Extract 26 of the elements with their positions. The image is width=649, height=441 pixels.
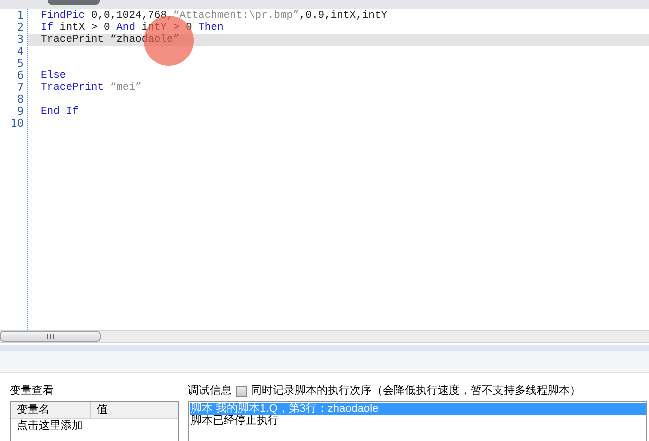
checkbox[interactable] (236, 386, 247, 396)
line-number: 2 (16, 22, 25, 34)
code-line: FindPic 0,0,1024,768,“Attachment:\pr.bmp”,0.9,intX,intY (41, 10, 388, 22)
code-line: TracePrint “zhaodaole” (41, 34, 180, 46)
line-number: 9 (16, 106, 25, 118)
code-line: End If (41, 106, 79, 118)
panel-title: 调试信息 (188, 384, 232, 399)
scrollbar-thumb[interactable] (0, 331, 101, 342)
line-number: 3 (16, 34, 25, 46)
grip-icon (47, 334, 54, 339)
checkbox-label[interactable]: 同时记录脚本的执行次序（会降低执行速度，暂不支持多线程脚本） (251, 382, 581, 400)
code-line: TracePrint “mei” (41, 82, 142, 94)
line-number: 8 (16, 94, 25, 106)
table-cell[interactable]: 点击这里添加 (11, 419, 91, 434)
panel-title: 变量查看 (10, 384, 55, 399)
line-number: 10 (10, 118, 25, 130)
line-number: 7 (16, 82, 25, 94)
line-number: 5 (16, 58, 25, 70)
line-number: 4 (16, 46, 25, 58)
column-header[interactable]: 变量名 (11, 402, 91, 418)
code-line: Else (41, 70, 66, 82)
line-number: 1 (16, 10, 25, 22)
line-number: 6 (16, 70, 25, 82)
column-header[interactable]: 值 (91, 402, 178, 418)
editor-tab[interactable] (48, 0, 100, 5)
output-line[interactable]: 脚本已经停止执行 (190, 415, 646, 427)
